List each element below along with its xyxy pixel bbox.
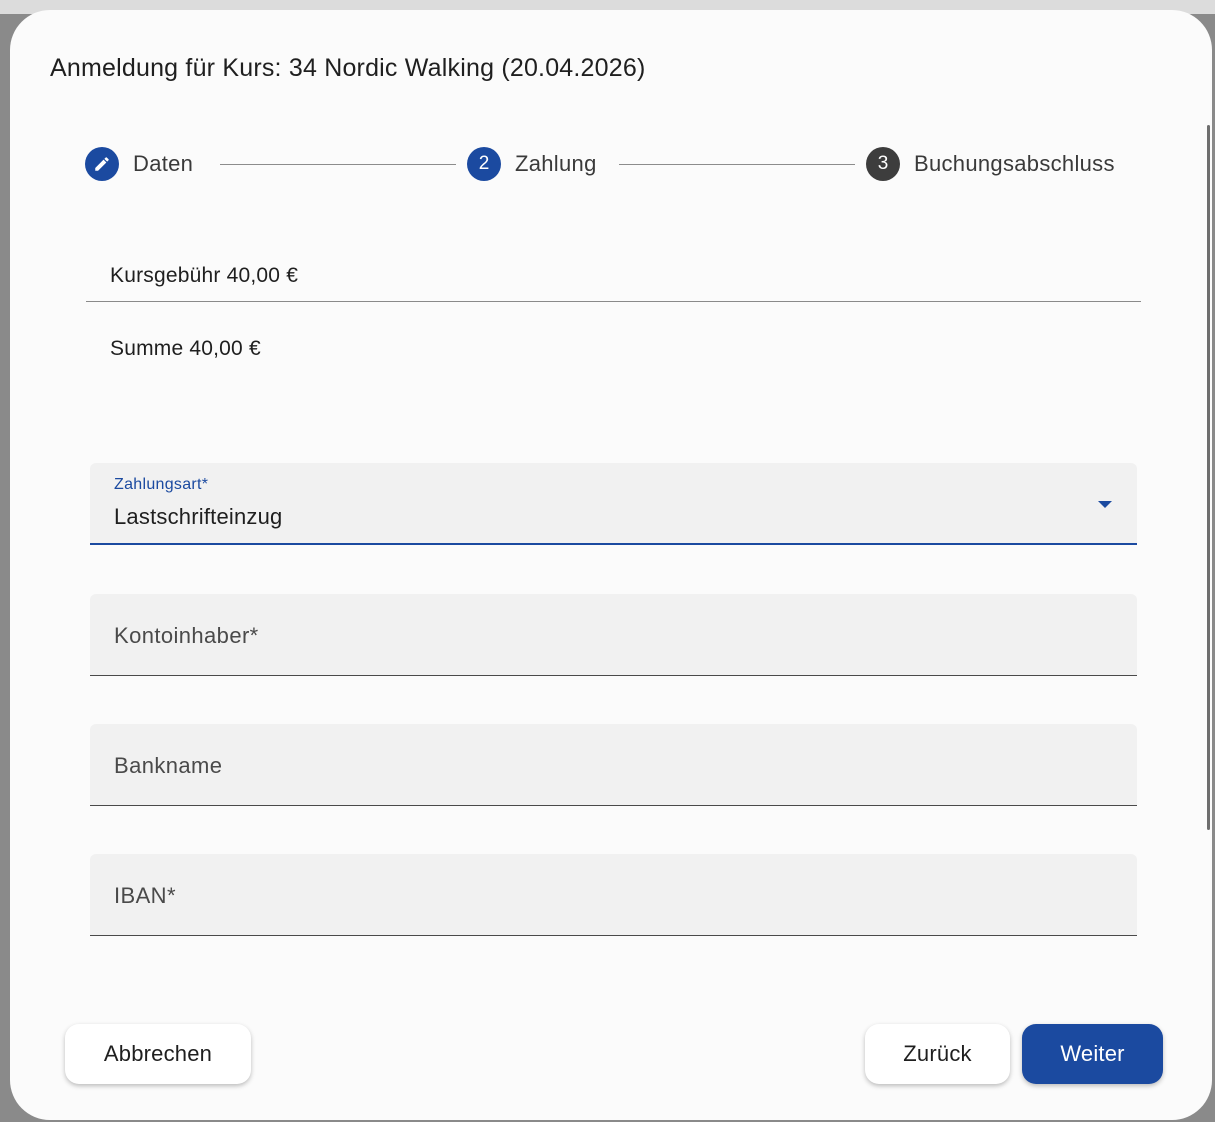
step-daten[interactable]: Daten bbox=[85, 147, 193, 181]
step-label-buchungsabschluss: Buchungsabschluss bbox=[914, 151, 1115, 176]
pencil-icon bbox=[85, 147, 119, 181]
back-button[interactable]: Zurück bbox=[865, 1024, 1010, 1084]
step-zahlung[interactable]: 2 Zahlung bbox=[467, 147, 597, 181]
step-number-buchungsabschluss: 3 bbox=[866, 147, 900, 181]
dropdown-arrow-icon[interactable] bbox=[1098, 501, 1112, 508]
summary-divider bbox=[86, 301, 1141, 302]
account-holder-placeholder: Kontoinhaber* bbox=[114, 623, 259, 648]
dialog-title: Anmeldung für Kurs: 34 Nordic Walking (2… bbox=[50, 54, 646, 82]
step-number-zahlung: 2 bbox=[467, 147, 501, 181]
iban-placeholder: IBAN* bbox=[114, 883, 176, 908]
next-button[interactable]: Weiter bbox=[1022, 1024, 1163, 1084]
step-connector bbox=[220, 164, 456, 165]
step-buchungsabschluss[interactable]: 3 Buchungsabschluss bbox=[866, 147, 1115, 181]
total-sum: Summe 40,00 € bbox=[110, 337, 261, 360]
payment-method-select[interactable]: Zahlungsart* Lastschrifteinzug bbox=[90, 463, 1137, 545]
account-holder-field[interactable]: Kontoinhaber* bbox=[90, 594, 1137, 676]
dialog-scrollbar[interactable] bbox=[1207, 125, 1210, 830]
bank-name-field[interactable]: Bankname bbox=[90, 724, 1137, 806]
course-fee: Kursgebühr 40,00 € bbox=[110, 264, 299, 287]
registration-dialog: Anmeldung für Kurs: 34 Nordic Walking (2… bbox=[10, 10, 1212, 1120]
step-label-daten: Daten bbox=[133, 151, 194, 176]
bank-name-placeholder: Bankname bbox=[114, 753, 223, 778]
cancel-button[interactable]: Abbrechen bbox=[65, 1024, 251, 1084]
iban-field[interactable]: IBAN* bbox=[90, 854, 1137, 936]
step-label-zahlung: Zahlung bbox=[515, 151, 597, 176]
payment-method-label: Zahlungsart* bbox=[114, 476, 209, 493]
payment-method-value: Lastschrifteinzug bbox=[114, 504, 283, 529]
step-connector bbox=[619, 164, 855, 165]
